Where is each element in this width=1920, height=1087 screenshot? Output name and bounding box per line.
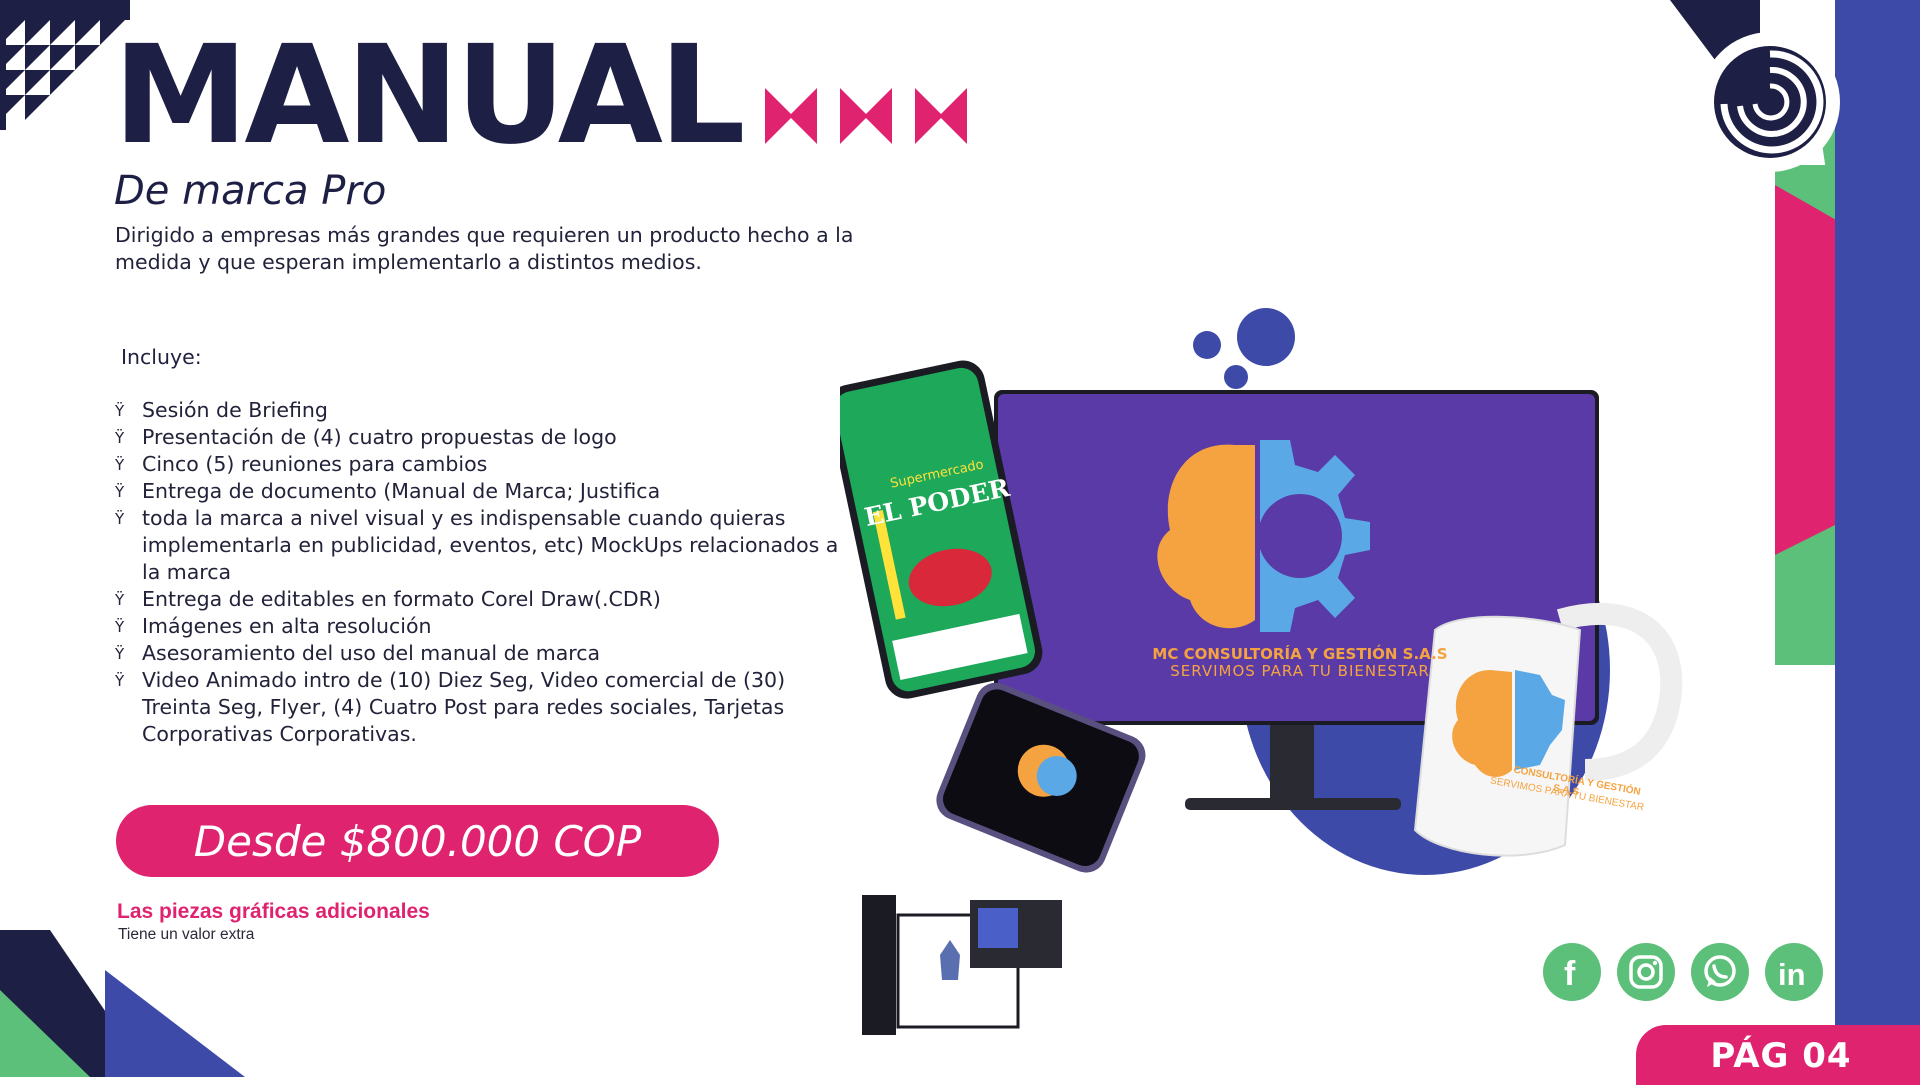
price-button[interactable]: Desde $800.000 COP <box>116 805 719 877</box>
list-item: Ÿ Video Animado intro de (10) Diez Seg, V… <box>115 668 786 746</box>
bullet-icon: Ÿ <box>115 645 125 663</box>
facebook-icon[interactable]: f <box>1543 943 1601 1001</box>
list-item: Ÿ Cinco (5) reuniones para cambios <box>115 451 855 478</box>
bullet-icon: Ÿ <box>115 402 125 420</box>
instagram-icon[interactable] <box>1617 943 1675 1001</box>
includes-heading: Incluye: <box>121 345 202 369</box>
page-description: Dirigido a empresas más grandes que requ… <box>115 223 854 274</box>
list-item: Ÿ Imágenes en alta resolución <box>115 613 855 640</box>
list-item: Ÿ Sesión de Briefing <box>115 397 855 424</box>
bullet-icon: Ÿ <box>115 591 125 609</box>
page-subtitle: De marca Pro <box>114 168 387 214</box>
note-title: Las piezas gráficas adicionales <box>117 900 430 923</box>
bottom-left-shapes <box>0 930 245 1077</box>
svg-text:+: + <box>1197 506 1217 534</box>
bowtie-arrows-icon <box>765 88 967 144</box>
page-title: MANUAL <box>113 17 746 175</box>
social-links: f in <box>1543 943 1823 1001</box>
note-subtitle: Tiene un valor extra <box>118 926 255 943</box>
bullet-icon: Ÿ <box>115 672 125 690</box>
whatsapp-icon[interactable] <box>1691 943 1749 1001</box>
list-item: Ÿ Presentación de (4) cuatro propuestas d… <box>115 424 855 451</box>
list-item: Ÿ Asesoramiento del uso del manual de mar… <box>115 640 855 667</box>
list-item: Ÿtoda la marca a nivel visual y es indis… <box>115 506 839 584</box>
list-item: Ÿ Entrega de editables en formato Corel D… <box>115 586 855 613</box>
linkedin-icon[interactable]: in <box>1765 943 1823 1001</box>
bullet-icon: Ÿ <box>115 618 125 636</box>
screen-brand-name: MC CONSULTORÍA Y GESTIÓN S.A.S <box>1152 645 1448 663</box>
screen-tagline: SERVIMOS PARA TU BIENESTAR <box>1170 662 1430 680</box>
top-left-pattern <box>0 0 130 130</box>
spiral-icon <box>1714 46 1826 158</box>
svg-text:in: in <box>1778 957 1806 990</box>
bullet-icon: Ÿ <box>115 456 125 474</box>
bullet-icon: Ÿ <box>115 483 125 501</box>
bullet-icon: Ÿ <box>115 510 125 528</box>
bullet-icon: Ÿ <box>115 429 125 447</box>
list-item: Ÿ Entrega de documento (Manual de Marca; … <box>115 478 855 505</box>
features-list: Ÿ Sesión de Briefing Ÿ Presentación de (4)… <box>115 397 855 748</box>
svg-text:f: f <box>1564 955 1576 989</box>
page-number: PÁG 04 <box>1636 1025 1920 1085</box>
brand-logo <box>1700 32 1840 172</box>
